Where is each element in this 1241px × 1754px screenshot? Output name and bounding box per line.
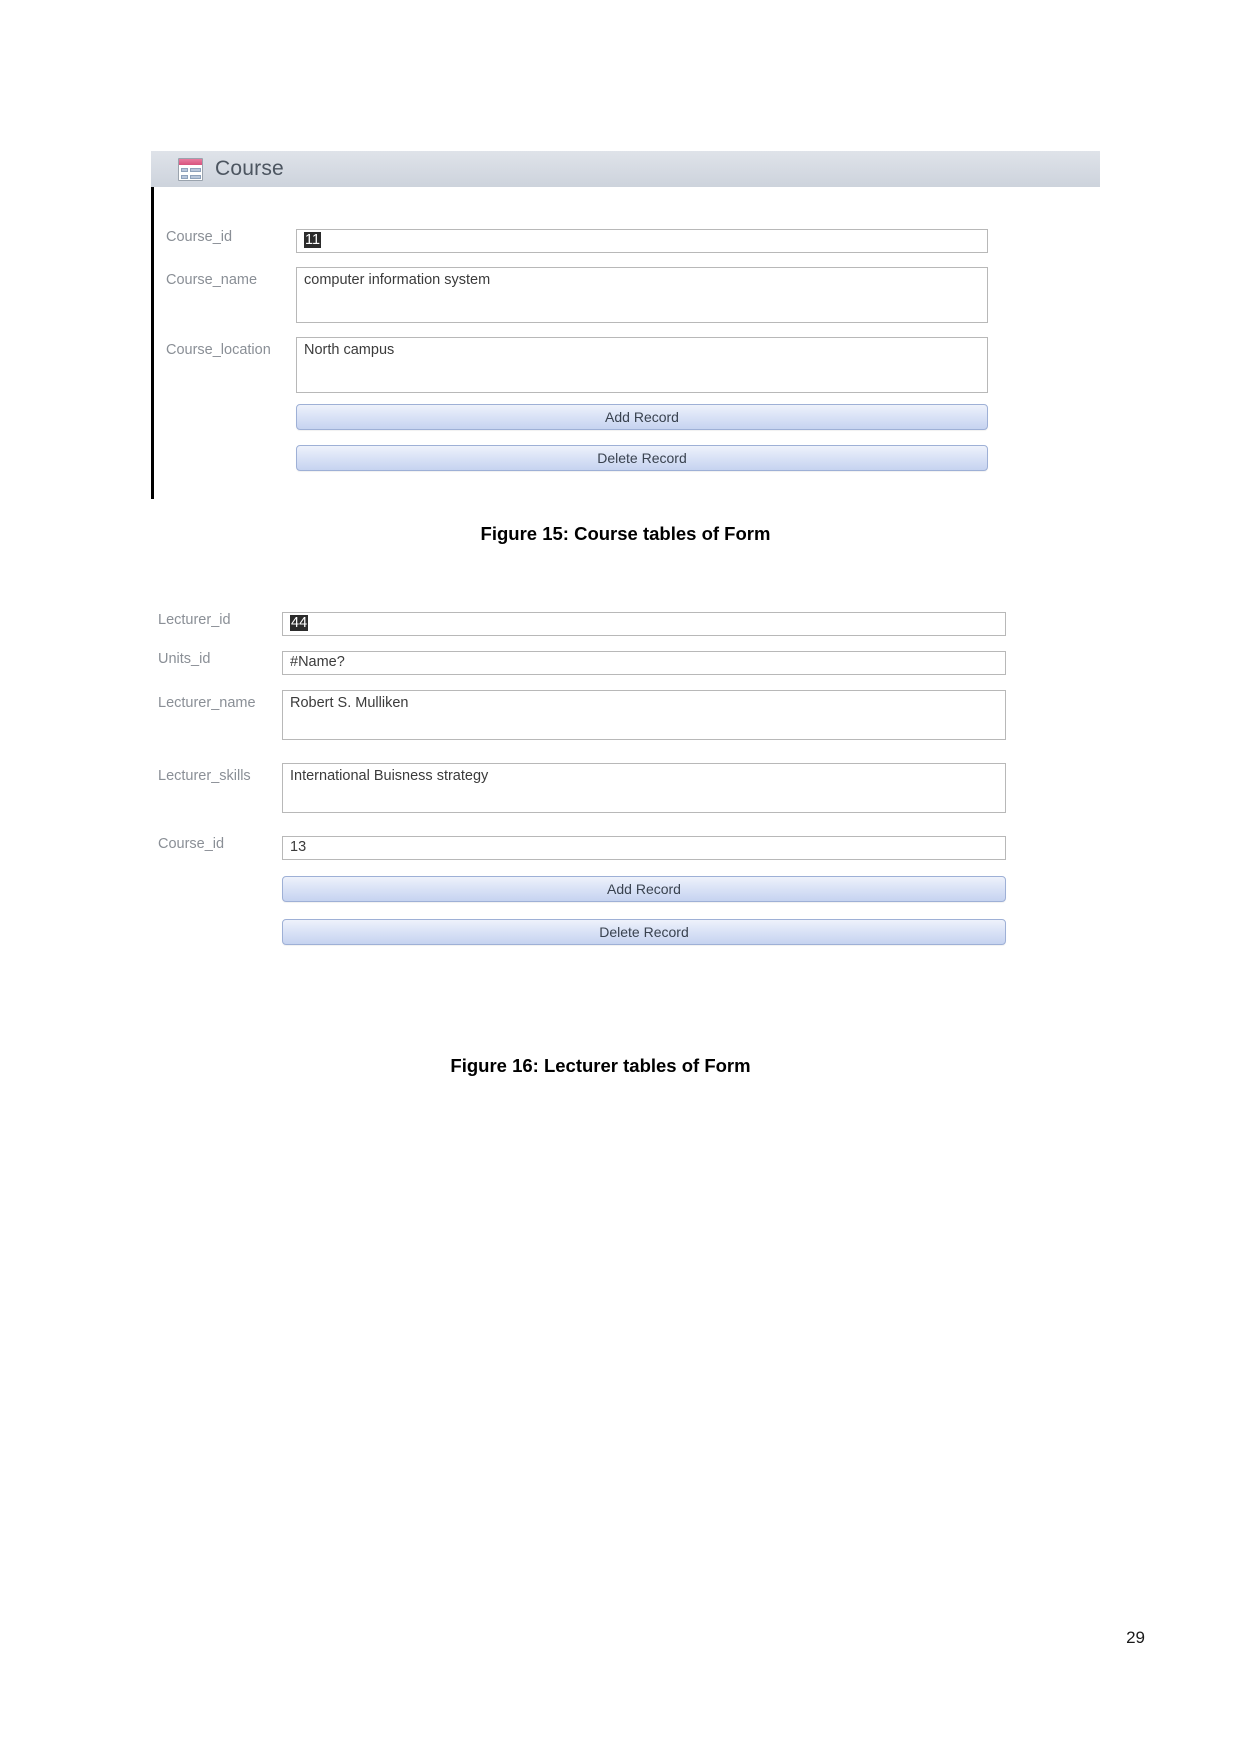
input-lecturer-course-id[interactable]: 13	[282, 836, 1006, 860]
figure-16-caption: Figure 16: Lecturer tables of Form	[450, 1055, 751, 1076]
course-form-titlebar: Course	[151, 151, 1100, 187]
course-form-title: Course	[215, 157, 284, 180]
course-form-figure: Course Course_id 11 Course_name computer…	[151, 151, 1100, 544]
field-row-course-name: Course_name computer information system	[166, 267, 988, 323]
lecturer-form-figure: Lecturer_id 44 Units_id #Name? Lecturer_…	[158, 612, 1103, 1076]
input-lecturer-id-value: 44	[290, 615, 309, 631]
access-form-icon-cell	[181, 174, 188, 179]
field-row-course-id: Course_id 11	[166, 229, 988, 253]
access-form-icon-cell	[190, 167, 201, 172]
field-row-lecturer-skills: Lecturer_skills International Buisness s…	[158, 763, 1006, 813]
input-lecturer-name[interactable]: Robert S. Mulliken	[282, 690, 1006, 740]
add-record-button[interactable]: Add Record	[296, 404, 988, 430]
label-lecturer-skills: Lecturer_skills	[158, 768, 251, 784]
field-row-lecturer-id: Lecturer_id 44	[158, 612, 1006, 636]
input-course-location[interactable]: North campus	[296, 337, 988, 393]
access-form-icon-cell	[181, 167, 188, 172]
input-course-name[interactable]: computer information system	[296, 267, 988, 323]
document-page: Course Course_id 11 Course_name computer…	[0, 0, 1241, 1754]
input-lecturer-id[interactable]: 44	[282, 612, 1006, 636]
lecturer-delete-record-button[interactable]: Delete Record	[282, 919, 1006, 945]
label-course-location: Course_location	[166, 342, 271, 358]
input-lecturer-skills[interactable]: International Buisness strategy	[282, 763, 1006, 813]
field-row-course-location: Course_location North campus	[166, 337, 988, 393]
field-row-lecturer-name: Lecturer_name Robert S. Mulliken	[158, 690, 1006, 740]
access-form-icon-cell	[190, 174, 201, 179]
label-lecturer-name: Lecturer_name	[158, 695, 256, 711]
figure-15-caption: Figure 15: Course tables of Form	[480, 523, 771, 544]
delete-record-button[interactable]: Delete Record	[296, 445, 988, 471]
label-lecturer-id: Lecturer_id	[158, 612, 231, 628]
label-units-id: Units_id	[158, 651, 211, 667]
course-form-body: Course_id 11 Course_name computer inform…	[151, 187, 1100, 499]
label-lecturer-course-id: Course_id	[158, 836, 225, 852]
lecturer-add-record-button[interactable]: Add Record	[282, 876, 1006, 902]
access-form-icon-header	[179, 158, 202, 165]
label-course-name: Course_name	[166, 272, 258, 288]
label-course-id: Course_id	[166, 229, 233, 245]
input-course-id[interactable]: 11	[296, 229, 988, 253]
field-row-lecturer-course-id: Course_id 13	[158, 836, 1006, 860]
page-number: 29	[1126, 1628, 1145, 1647]
input-course-id-value: 11	[304, 232, 322, 248]
input-units-id[interactable]: #Name?	[282, 651, 1006, 675]
field-row-units-id: Units_id #Name?	[158, 651, 1006, 675]
access-form-icon	[178, 157, 203, 181]
